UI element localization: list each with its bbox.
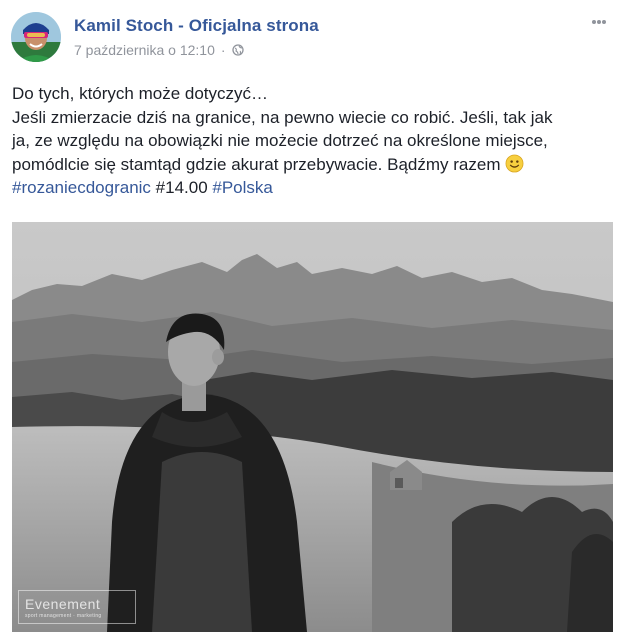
text-line: Jeśli zmierzacie dziś na granice, na pew…: [12, 107, 553, 127]
post-meta: 7 października o 12:10 ·: [74, 42, 244, 58]
hashtag-rozaniecdogranic[interactable]: #rozaniecdogranic: [12, 178, 151, 197]
page-avatar[interactable]: [11, 12, 61, 62]
watermark-main: Evenement: [25, 595, 101, 612]
text-line: pomódlcie się stamtąd gdzie akurat przeb…: [12, 153, 612, 177]
hashtag-line: #rozaniecdogranic #14.00 #Polska: [12, 176, 612, 200]
watermark-sub: sport management · marketing: [25, 612, 102, 619]
hashtag-time: #14.00: [155, 178, 208, 197]
meta-separator: ·: [220, 42, 226, 58]
more-options-icon[interactable]: [587, 10, 611, 34]
globe-icon[interactable]: [231, 44, 244, 56]
hashtag-polska[interactable]: #Polska: [212, 178, 272, 197]
avatar-image: [11, 12, 61, 62]
photo-watermark: Evenement sport management · marketing: [18, 590, 136, 624]
text-line: ja, ze względu na obowiązki nie możecie …: [12, 131, 548, 150]
post-date[interactable]: 7 października o 12:10: [74, 42, 215, 58]
mountain-photo: [12, 222, 613, 632]
page-name-link[interactable]: Kamil Stoch - Oficjalna strona: [74, 16, 319, 36]
text-line-content: pomódlcie się stamtąd gdzie akurat przeb…: [12, 154, 501, 174]
text-line: Do tych, których może dotyczyć…: [12, 84, 269, 103]
post-text: Do tych, których może dotyczyć… Jeśli zm…: [12, 82, 612, 200]
smile-emoji-icon: [505, 154, 524, 172]
post-photo[interactable]: Evenement sport management · marketing: [12, 222, 613, 632]
facebook-post: Kamil Stoch - Oficjalna strona 7 paździe…: [0, 0, 623, 632]
